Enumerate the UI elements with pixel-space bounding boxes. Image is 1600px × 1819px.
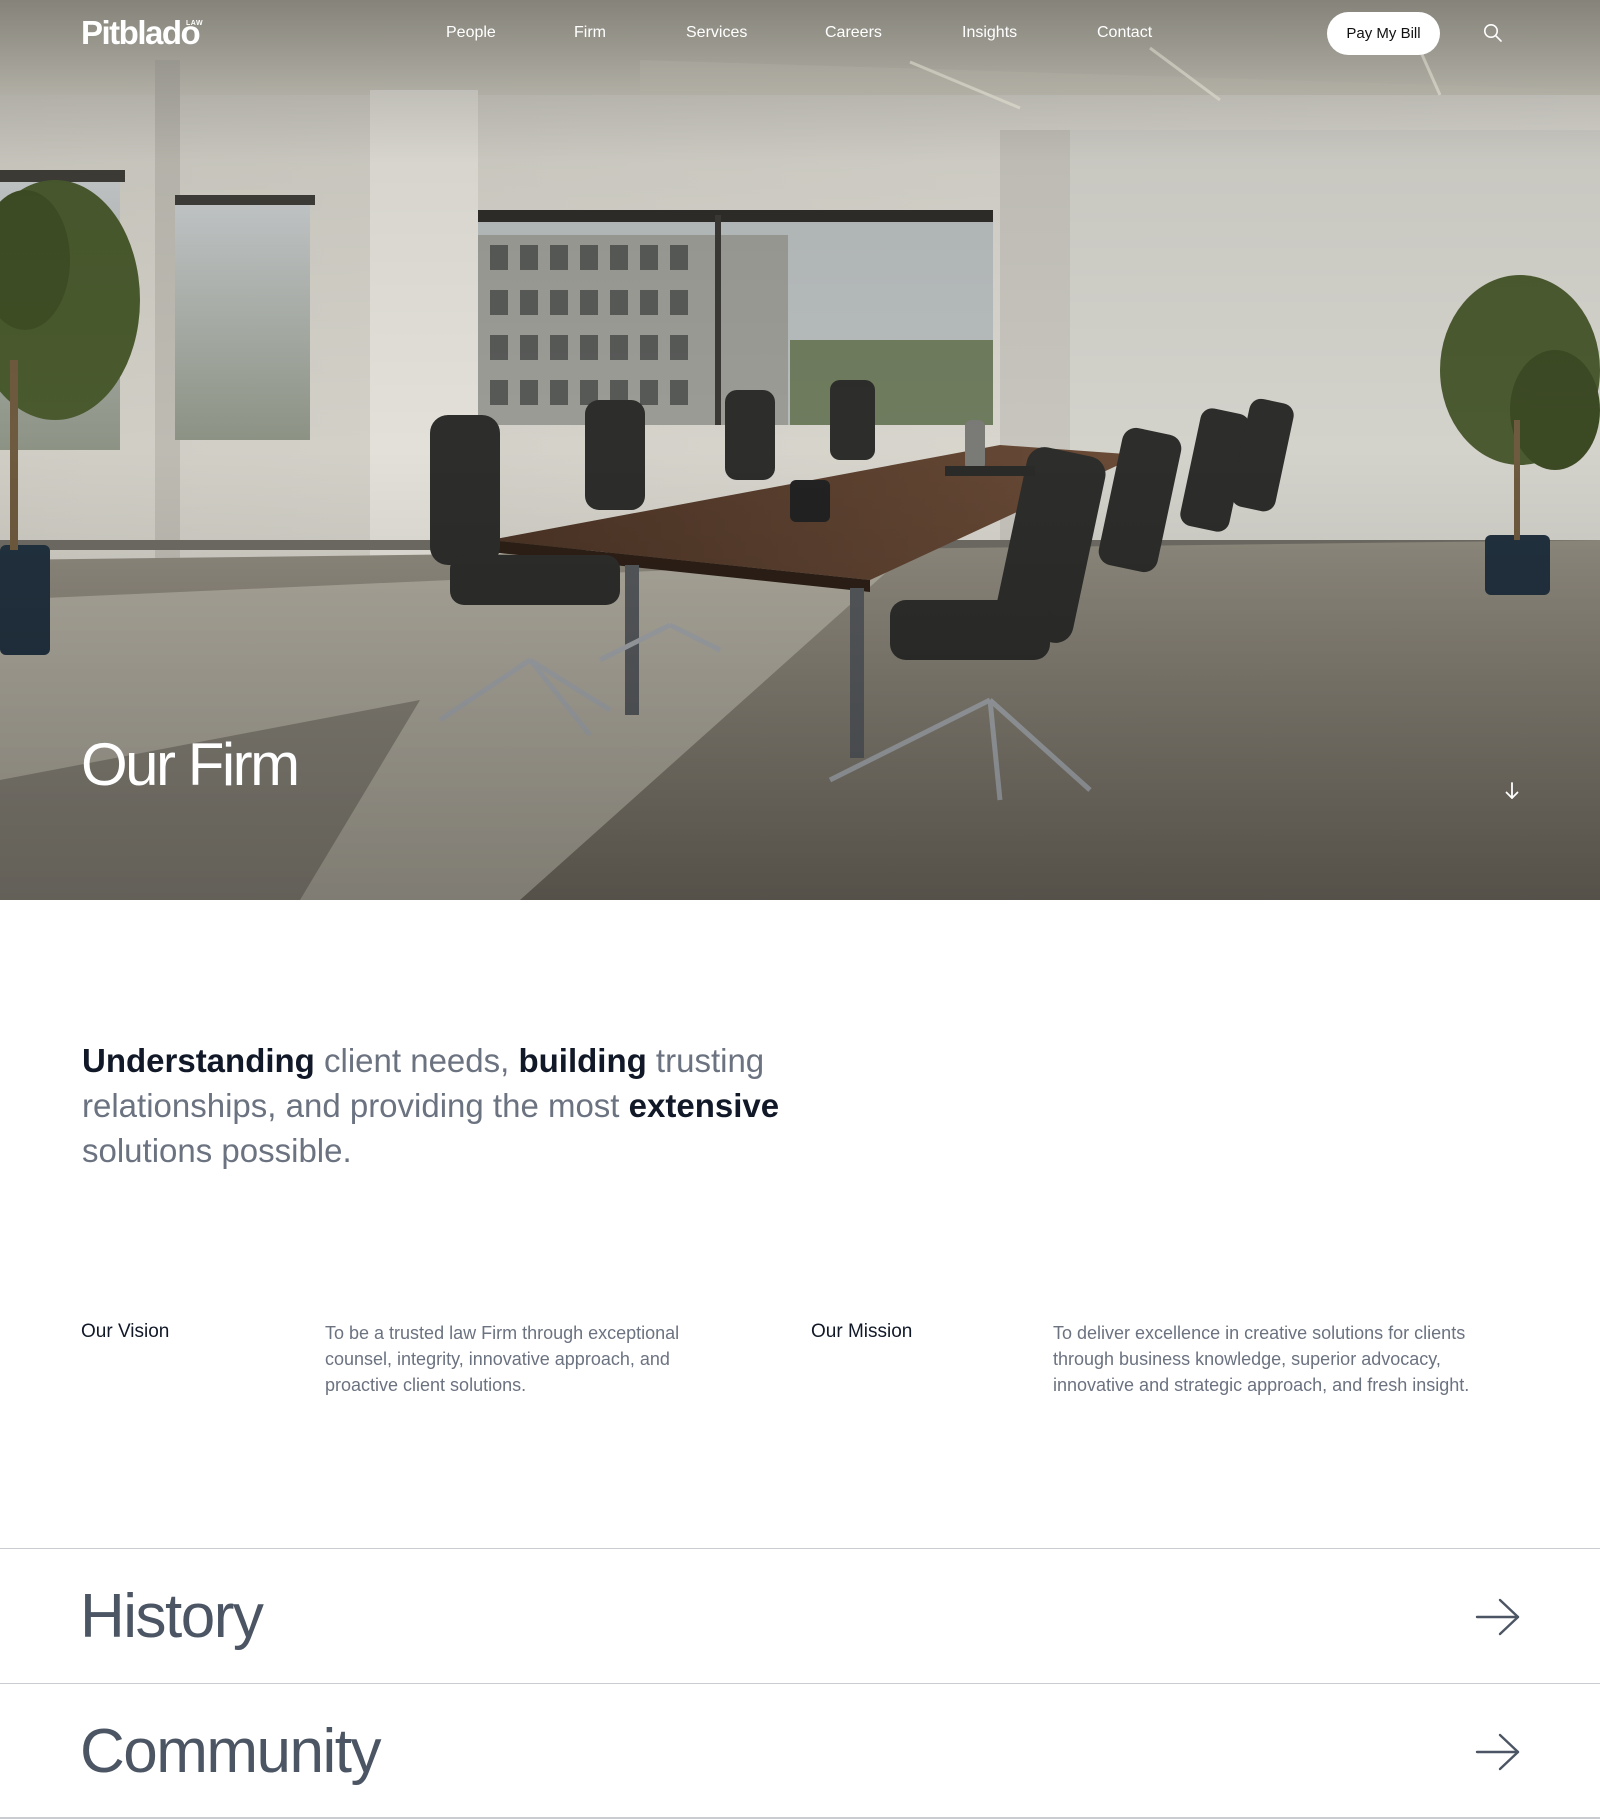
nav-item-contact[interactable]: Contact bbox=[1097, 23, 1152, 43]
top-navigation: Pitblado LAW People Firm Services Career… bbox=[0, 0, 1600, 66]
vision-text: To be a trusted law Firm through excepti… bbox=[325, 1323, 680, 1395]
hero-section: Pitblado LAW People Firm Services Career… bbox=[0, 0, 1600, 900]
intro-statement: Understanding client needs, building tru… bbox=[82, 1038, 842, 1173]
mission-label: Our Mission bbox=[811, 1321, 913, 1342]
brand-logo-sup: LAW bbox=[186, 20, 204, 27]
arrow-right-icon[interactable] bbox=[1475, 1732, 1521, 1772]
nav-item-people[interactable]: People bbox=[446, 23, 496, 43]
intro-bold-extensive: extensive bbox=[628, 1087, 780, 1124]
nav-item-services[interactable]: Services bbox=[686, 23, 747, 43]
brand-logo[interactable]: Pitblado bbox=[81, 14, 201, 52]
mission-text: To deliver excellence in creative soluti… bbox=[1053, 1323, 1470, 1395]
bottom-divider bbox=[0, 1817, 1600, 1819]
intro-bold-understanding: Understanding bbox=[82, 1042, 315, 1079]
arrow-down-icon[interactable] bbox=[1501, 780, 1523, 802]
pay-my-bill-button[interactable]: Pay My Bill bbox=[1327, 12, 1440, 55]
history-row[interactable]: History bbox=[0, 1548, 1600, 1683]
community-title: Community bbox=[80, 1717, 382, 1786]
intro-text-1: client needs, bbox=[314, 1042, 519, 1079]
search-icon[interactable] bbox=[1482, 22, 1504, 44]
nav-item-insights[interactable]: Insights bbox=[962, 23, 1017, 43]
arrow-right-icon[interactable] bbox=[1475, 1597, 1521, 1637]
nav-item-firm[interactable]: Firm bbox=[574, 23, 606, 43]
vision-label: Our Vision bbox=[81, 1321, 170, 1342]
history-title: History bbox=[80, 1582, 264, 1651]
nav-item-careers[interactable]: Careers bbox=[825, 23, 882, 43]
page-title: Our Firm bbox=[81, 731, 300, 798]
community-row[interactable]: Community bbox=[0, 1683, 1600, 1818]
intro-bold-building: building bbox=[518, 1042, 647, 1079]
intro-text-3: solutions possible. bbox=[82, 1132, 352, 1169]
